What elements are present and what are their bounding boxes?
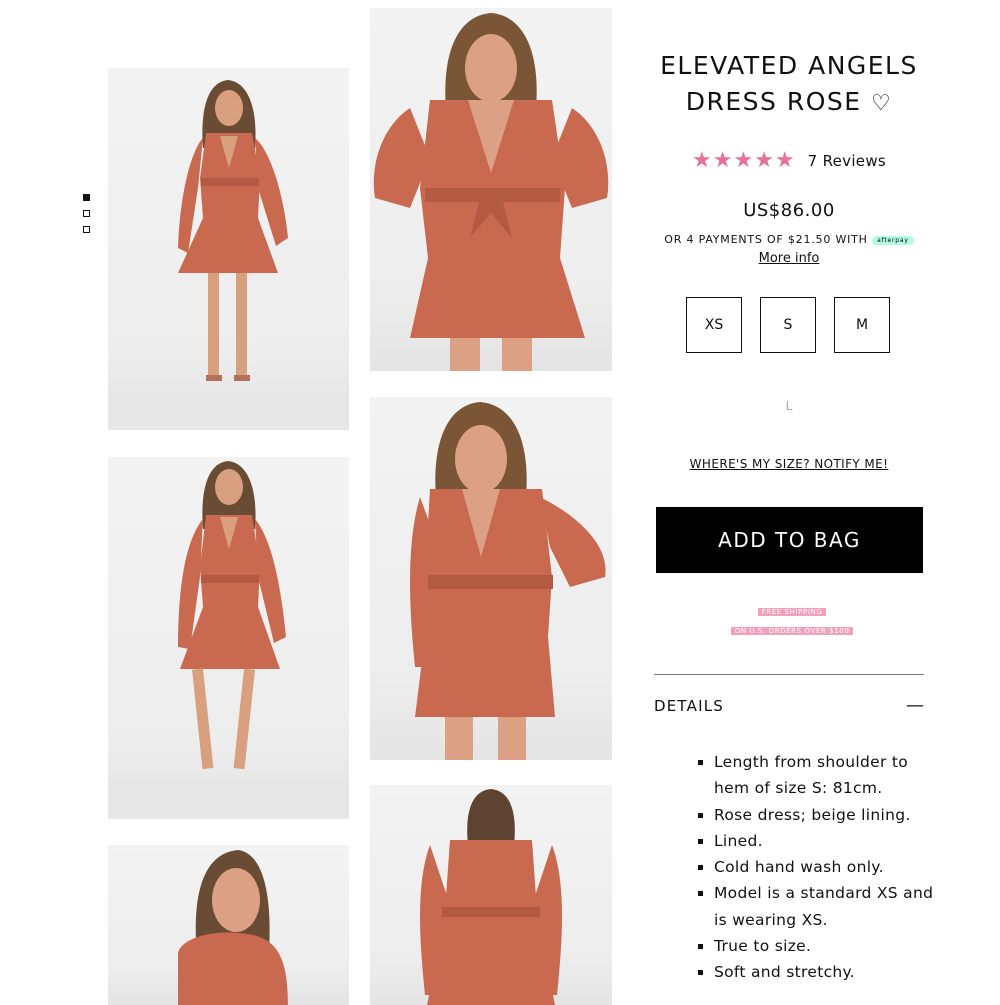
free-shipping-banner: FREE SHIPPING ON U.S. ORDERS OVER $100	[722, 599, 862, 637]
minus-icon[interactable]: —	[906, 695, 924, 716]
product-title: ELEVATED ANGELS DRESS ROSE ♡	[654, 48, 924, 122]
star-icon: ★	[774, 148, 795, 173]
product-photo-full-front-2[interactable]	[108, 457, 349, 819]
gallery-dot-3[interactable]	[83, 226, 90, 233]
afterpay-text: OR 4 PAYMENTS OF $21.50 WITH	[664, 233, 868, 246]
star-icon: ★	[733, 148, 754, 173]
product-photo-back[interactable]	[370, 785, 612, 1005]
divider	[654, 674, 924, 675]
product-title-line2: DRESS ROSE	[685, 87, 862, 116]
list-item: Cold hand wash only.	[714, 854, 942, 880]
gallery-dot-1[interactable]	[83, 194, 90, 201]
list-item: Length from shoulder to hem of size S: 8…	[714, 749, 942, 802]
list-item: Model is a standard XS and is wearing XS…	[714, 880, 942, 933]
gallery-dots	[83, 194, 90, 242]
add-to-bag-button[interactable]: ADD TO BAG	[656, 507, 923, 573]
size-button-xs[interactable]: XS	[686, 297, 742, 353]
list-item: True to size.	[714, 933, 942, 959]
size-button-m[interactable]: M	[834, 297, 890, 353]
details-toggle[interactable]: DETAILS —	[654, 695, 924, 716]
heart-icon[interactable]: ♡	[871, 91, 892, 116]
star-icon: ★	[754, 148, 774, 173]
free-shipping-line1: FREE SHIPPING	[757, 608, 827, 616]
more-info-link[interactable]: More info	[654, 251, 924, 266]
product-title-line1: ELEVATED ANGELS	[660, 51, 918, 80]
product-info-panel: ELEVATED ANGELS DRESS ROSE ♡ ★ ★ ★ ★ ★ 7…	[654, 48, 933, 981]
free-shipping-line2: ON U.S. ORDERS OVER $100	[730, 627, 854, 635]
product-photo-front-closeup[interactable]	[370, 8, 612, 371]
price: US$86.00	[743, 200, 835, 221]
list-item: Lined.	[714, 828, 942, 854]
gallery-dot-2[interactable]	[83, 210, 90, 217]
details-list: Length from shoulder to hem of size S: 8…	[696, 749, 942, 986]
details-label: DETAILS	[654, 696, 724, 715]
star-icon: ★	[712, 148, 733, 173]
rating[interactable]: ★ ★ ★ ★ ★ 7 Reviews	[654, 149, 924, 173]
product-photo-full-front[interactable]	[108, 68, 349, 430]
list-item: Soft and stretchy.	[714, 959, 942, 985]
product-photo-front-pose[interactable]	[370, 397, 612, 760]
afterpay-line: OR 4 PAYMENTS OF $21.50 WITH afterpay	[654, 233, 924, 246]
star-icon: ★	[691, 148, 712, 173]
size-l-unavailable: L	[785, 399, 793, 413]
size-button-s[interactable]: S	[760, 297, 816, 353]
reviews-count[interactable]: 7 Reviews	[808, 152, 886, 170]
size-selector: XS S M	[686, 297, 908, 353]
notify-me-link[interactable]: WHERE'S MY SIZE? NOTIFY ME!	[654, 457, 924, 471]
afterpay-logo: afterpay	[872, 235, 914, 245]
list-item: Rose dress; beige lining.	[714, 802, 942, 828]
product-photo-side-closeup[interactable]	[108, 845, 349, 1005]
